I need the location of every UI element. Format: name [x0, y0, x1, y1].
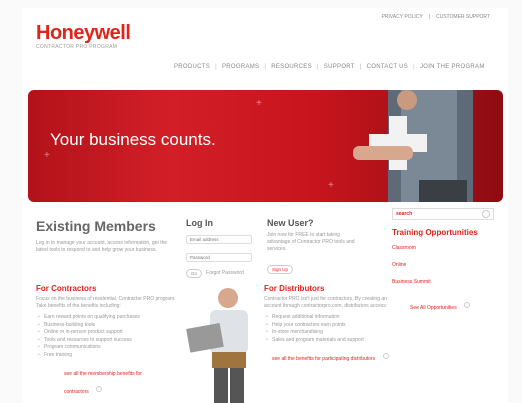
- brand-name: Honeywell: [36, 22, 131, 44]
- contractors-title: For Contractors: [36, 284, 97, 293]
- search-label: search: [396, 211, 413, 217]
- hero-banner: + + + Your business counts.: [28, 90, 503, 202]
- list-item: Tools and resources to support success: [36, 337, 176, 345]
- existing-members: Existing Members Log in to manage your a…: [36, 218, 176, 254]
- password-field[interactable]: [186, 253, 252, 262]
- top-links: PRIVACY POLICY | CUSTOMER SUPPORT: [381, 14, 490, 20]
- customer-support-link[interactable]: CUSTOMER SUPPORT: [436, 14, 490, 20]
- plus-decoration: +: [256, 98, 262, 109]
- distributors-benefits-list: Request additional information Help your…: [264, 314, 394, 344]
- logo[interactable]: Honeywell CONTRACTOR PRO PROGRAM: [36, 22, 131, 50]
- contractors-intro: Focus on the business of residential. Co…: [36, 296, 176, 309]
- contractor-benefits-link[interactable]: see all the membership benefits for cont…: [64, 371, 142, 395]
- privacy-link[interactable]: PRIVACY POLICY: [381, 14, 422, 20]
- arrow-icon[interactable]: [464, 301, 471, 308]
- arrow-icon[interactable]: [382, 352, 389, 359]
- training-online-link[interactable]: Online: [392, 262, 502, 268]
- nav-support[interactable]: SUPPORT: [324, 64, 355, 70]
- search-box[interactable]: search: [392, 208, 494, 220]
- list-item: Request additional information: [264, 314, 394, 322]
- email-field[interactable]: [186, 235, 252, 244]
- distributors-section: For Distributors Contractor PRO isn't ju…: [264, 284, 394, 365]
- search-go-icon[interactable]: [482, 210, 490, 218]
- nav-join-program[interactable]: JOIN THE PROGRAM: [420, 64, 485, 70]
- list-item: In-store merchandising: [264, 329, 394, 337]
- technician-image: [353, 90, 473, 202]
- nav-contact-us[interactable]: CONTACT US: [367, 64, 408, 70]
- login-title: Log In: [186, 218, 213, 228]
- list-item: Program communications: [36, 344, 176, 352]
- nav-products[interactable]: PRODUCTS: [174, 64, 210, 70]
- training-title: Training Opportunities: [392, 228, 478, 237]
- login-button[interactable]: Go: [186, 269, 203, 278]
- list-item: Free training: [36, 352, 176, 360]
- see-all-opportunities-link[interactable]: See All Opportunities: [410, 305, 457, 311]
- training-section: Training Opportunities Classroom Online …: [392, 228, 502, 314]
- plus-decoration: +: [44, 150, 50, 161]
- distributors-title: For Distributors: [264, 284, 325, 293]
- login-section: Log In Go Forgot Password: [186, 218, 266, 278]
- training-summit-link[interactable]: Business Summit: [392, 279, 502, 285]
- hero-slogan: Your business counts.: [50, 130, 216, 149]
- distributor-benefits-link[interactable]: see all the benefits for participating d…: [272, 356, 375, 362]
- tagline: CONTRACTOR PRO PROGRAM: [36, 44, 118, 50]
- arrow-icon[interactable]: [96, 385, 103, 392]
- list-item: Earn reward points on qualifying purchas…: [36, 314, 176, 322]
- new-user-section: New User? Join now for FREE to start tak…: [267, 218, 357, 276]
- contractors-benefits-list: Earn reward points on qualifying purchas…: [36, 314, 176, 359]
- main-nav: PRODUCTS | PROGRAMS | RESOURCES | SUPPORT | …: [174, 64, 485, 70]
- existing-members-title: Existing Members: [36, 218, 156, 234]
- list-item: Online or in-person product support: [36, 329, 176, 337]
- contractor-image: [186, 288, 248, 403]
- sign-up-button[interactable]: Sign Up: [267, 265, 294, 274]
- contractors-section: For Contractors Focus on the business of…: [36, 284, 176, 398]
- training-classroom-link[interactable]: Classroom: [392, 245, 502, 251]
- page: PRIVACY POLICY | CUSTOMER SUPPORT Honeyw…: [22, 8, 508, 403]
- list-item: Help your contractors earn points: [264, 322, 394, 330]
- list-item: Business-building tools: [36, 322, 176, 330]
- distributors-intro: Contractor PRO isn't just for contractor…: [264, 296, 388, 309]
- new-user-text: Join now for FREE to start taking advant…: [267, 232, 355, 252]
- list-item: Sales and program materials and support: [264, 337, 394, 345]
- nav-resources[interactable]: RESOURCES: [271, 64, 312, 70]
- forgot-password-link[interactable]: Forgot Password: [206, 270, 244, 277]
- existing-members-text: Log in to manage your account, access in…: [36, 240, 168, 253]
- new-user-title: New User?: [267, 218, 314, 228]
- nav-programs[interactable]: PROGRAMS: [222, 64, 259, 70]
